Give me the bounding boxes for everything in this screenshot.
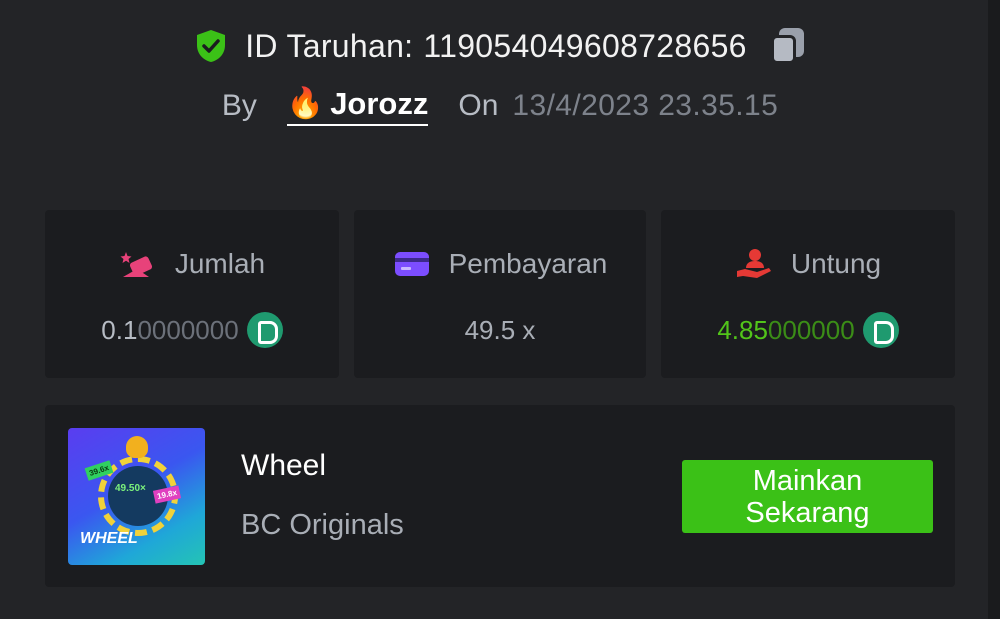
shield-check-icon — [197, 30, 226, 62]
amount-card: Jumlah 0.1 0000000 — [45, 210, 339, 378]
bet-date: 13/4/2023 23.35.15 — [512, 89, 779, 122]
user-link[interactable]: 🔥 Jorozz — [286, 86, 429, 126]
amount-label: Jumlah — [174, 248, 266, 279]
username: Jorozz — [330, 86, 429, 121]
on-label: On — [458, 89, 499, 122]
profit-card: Untung 4.85 000000 — [661, 210, 955, 378]
bc-coin-icon — [862, 312, 899, 348]
payout-value: 49.5 x — [464, 314, 536, 345]
copy-icon[interactable] — [769, 26, 807, 66]
profit-label: Untung — [790, 248, 882, 279]
by-label: By — [221, 89, 257, 122]
bet-id-row: ID Taruhan: 119054049608728656 — [0, 24, 1000, 68]
bc-coin-icon — [246, 312, 283, 348]
fire-icon: 🔥 — [286, 87, 325, 120]
game-card: 49.50× 39.6x 19.8x WHEEL Wheel BC Origin… — [45, 405, 955, 587]
amount-value-dim: 0000000 — [137, 314, 239, 345]
bet-id-label: ID Taruhan: — [245, 27, 414, 64]
play-now-button[interactable]: Mainkan Sekarang — [682, 460, 933, 533]
amount-value: 0.1 0000000 — [45, 310, 339, 350]
game-provider: BC Originals — [241, 509, 404, 541]
profit-hand-icon — [736, 249, 771, 278]
game-thumbnail[interactable]: 49.50× 39.6x 19.8x WHEEL — [68, 428, 205, 565]
card-icon — [394, 252, 429, 276]
profit-value-dim: 000000 — [767, 314, 855, 345]
payout-label: Pembayaran — [448, 248, 608, 279]
thumb-title: WHEEL — [80, 530, 138, 547]
game-title[interactable]: Wheel — [241, 449, 326, 483]
bet-id-value: 119054049608728656 — [423, 27, 747, 64]
wheel-pointer-icon — [126, 436, 148, 458]
thumb-multiplier: 49.50× — [115, 483, 146, 494]
amount-value-main: 0.1 — [101, 314, 138, 345]
payout-card: Pembayaran 49.5 x — [354, 210, 646, 378]
profit-value-main: 4.85 — [717, 314, 768, 345]
bet-amount-icon — [120, 252, 152, 277]
byline: By 🔥 Jorozz On 13/4/2023 23.35.15 — [0, 84, 1000, 128]
profit-value: 4.85 000000 — [661, 310, 955, 350]
